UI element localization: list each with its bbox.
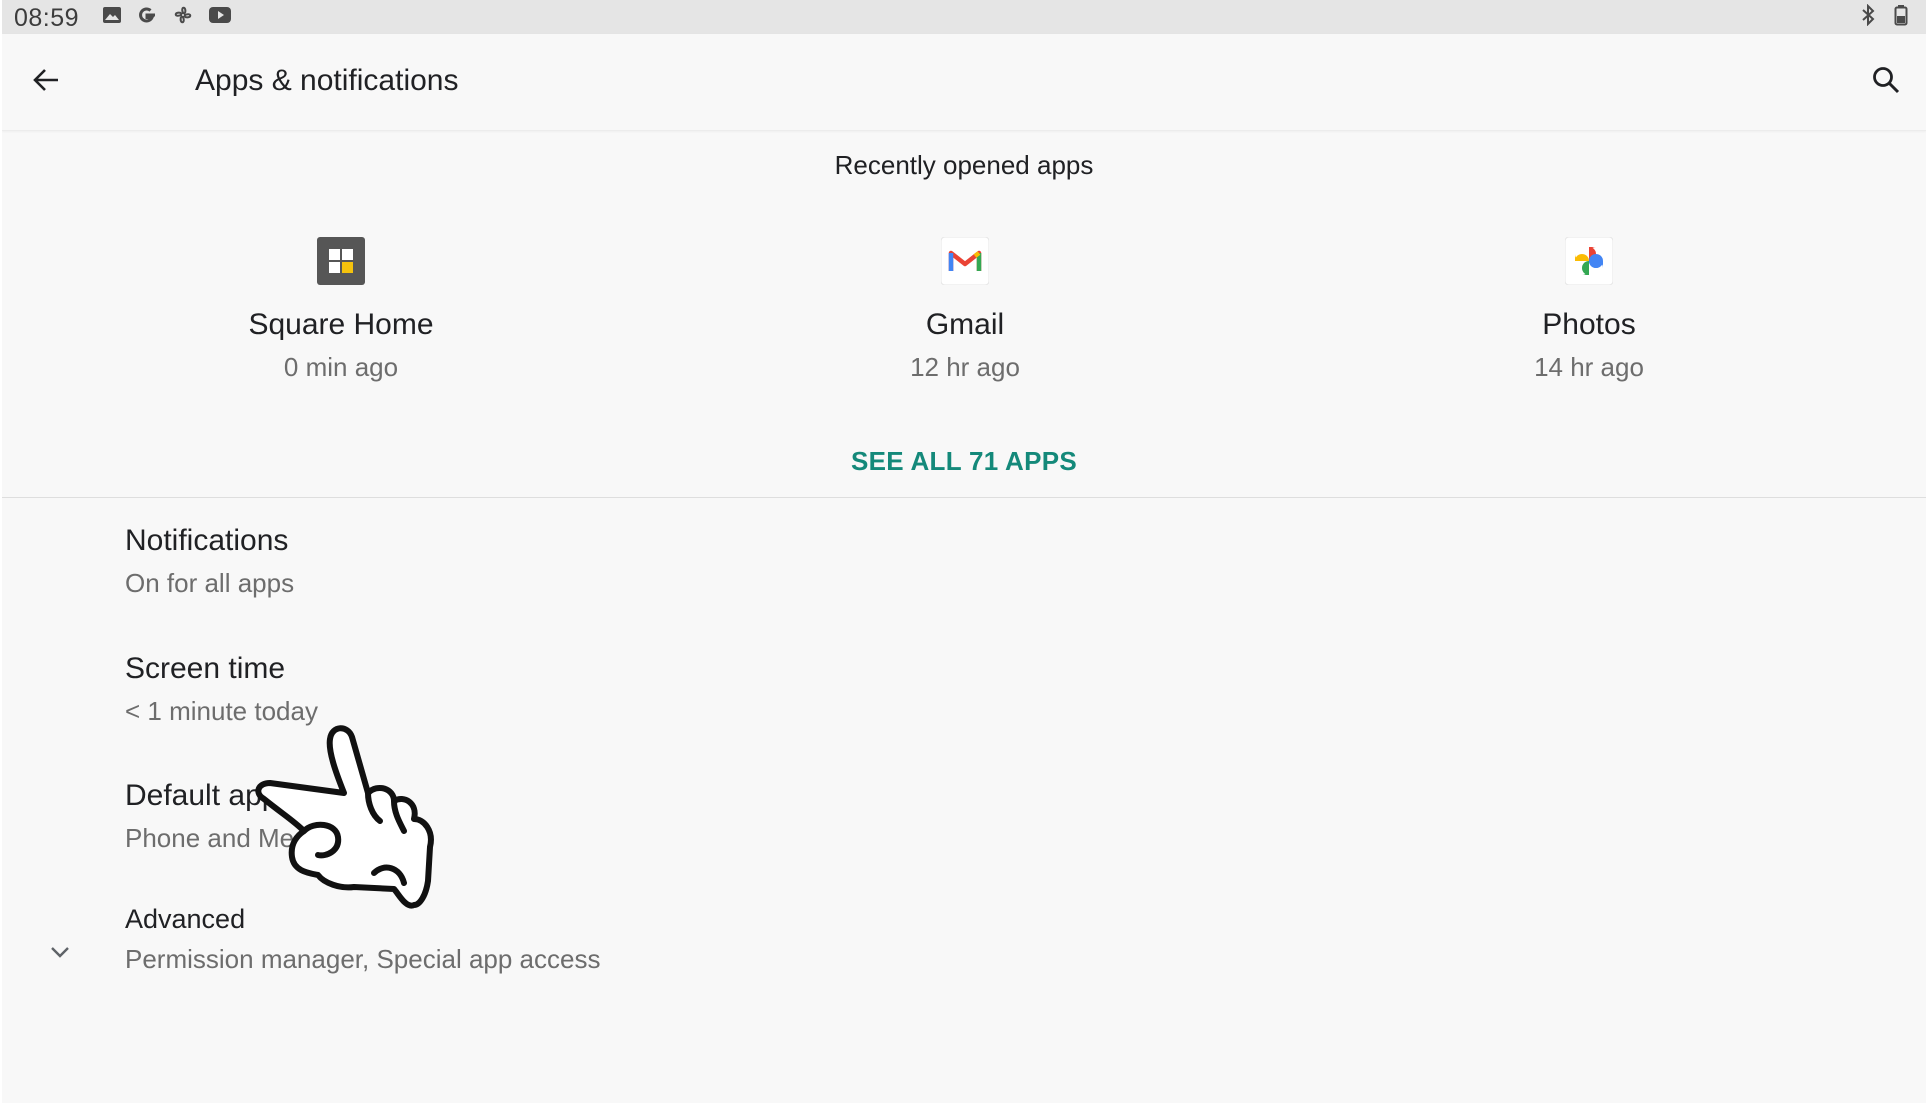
youtube-icon (208, 5, 232, 30)
device-frame: 08:59 Apps & notifications Recently open… (0, 0, 1927, 1103)
setting-default-apps[interactable]: Default apps Phone and Messages (2, 765, 1926, 883)
google-g-icon (136, 4, 158, 31)
recent-app-gmail[interactable]: Gmail 12 hr ago (755, 236, 1175, 383)
recent-app-time: 12 hr ago (910, 352, 1020, 382)
setting-title: Default apps (125, 779, 294, 812)
recent-app-name: Photos (1542, 308, 1636, 341)
setting-advanced[interactable]: Advanced Permission manager, Special app… (2, 890, 1926, 1000)
square-home-icon (316, 236, 366, 286)
back-button[interactable] (22, 58, 70, 106)
search-icon (1871, 65, 1901, 100)
see-all-apps-button[interactable]: SEE ALL 71 APPS (851, 446, 1077, 476)
chevron-down-icon (46, 938, 74, 966)
setting-screen-time[interactable]: Screen time < 1 minute today (2, 638, 1926, 756)
page-title: Apps & notifications (195, 64, 459, 97)
recent-app-time: 0 min ago (283, 352, 399, 382)
photos-icon (1564, 236, 1614, 286)
image-icon (102, 5, 122, 30)
recent-app-name: Gmail (925, 308, 1005, 341)
setting-title: Notifications (125, 524, 289, 557)
setting-subtitle: Permission manager, Special app access (125, 944, 601, 974)
status-time: 08:59 (14, 4, 80, 32)
bluetooth-icon (1860, 3, 1876, 31)
setting-title: Advanced (125, 904, 246, 934)
section-divider (2, 497, 1926, 498)
setting-notifications[interactable]: Notifications On for all apps (2, 510, 1926, 628)
search-button[interactable] (1862, 58, 1910, 106)
recent-app-photos[interactable]: Photos 14 hr ago (1379, 236, 1799, 383)
battery-icon (1894, 4, 1908, 31)
setting-title: Screen time (125, 652, 286, 685)
recent-app-square-home[interactable]: Square Home 0 min ago (131, 236, 551, 383)
screen: 08:59 Apps & notifications Recently open… (2, 0, 1926, 1103)
recent-app-time: 14 hr ago (1534, 352, 1644, 382)
setting-subtitle: On for all apps (125, 568, 295, 598)
setting-subtitle: < 1 minute today (125, 696, 318, 726)
fan-icon (172, 4, 194, 31)
status-notification-icons (102, 5, 232, 29)
status-system-icons (1860, 3, 1908, 31)
arrow-back-icon (31, 65, 61, 100)
app-bar: Apps & notifications (2, 34, 1926, 131)
status-bar: 08:59 (2, 0, 1926, 34)
recent-apps-header: Recently opened apps (834, 150, 1094, 180)
recent-app-name: Square Home (248, 308, 434, 341)
see-all-apps-row: SEE ALL 71 APPS (2, 446, 1926, 477)
setting-subtitle: Phone and Messages (125, 823, 377, 853)
gmail-icon (940, 236, 990, 286)
